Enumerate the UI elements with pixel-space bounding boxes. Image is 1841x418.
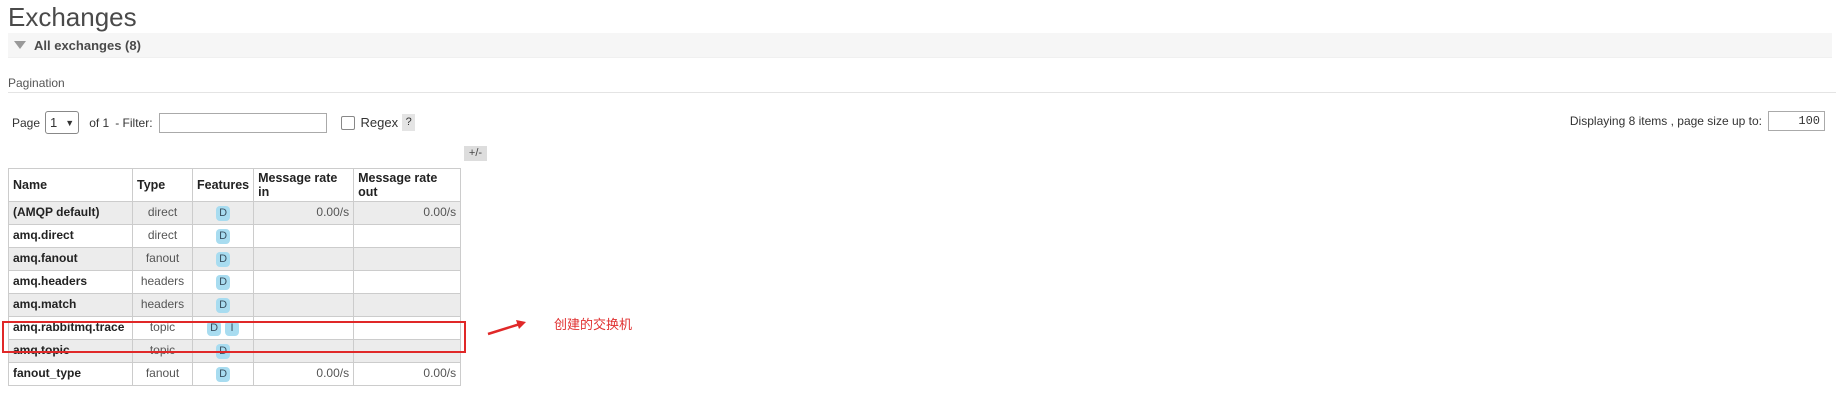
pagination-controls: Page 1 ▼ of 1 - Filter: Regex ? [12, 111, 416, 134]
exchange-name-link[interactable]: amq.match [8, 293, 133, 317]
rate-out: 0.00/s [353, 362, 462, 386]
table-row[interactable]: fanout_type fanout D 0.00/s 0.00/s [8, 362, 462, 386]
table-header-row: Name Type Features Message rate in Messa… [8, 168, 462, 202]
features-cell: D [191, 270, 255, 294]
rate-out [353, 270, 462, 294]
rate-in [253, 224, 355, 248]
annotation-label: 创建的交换机 [554, 317, 633, 332]
chevron-down-icon: ▼ [65, 117, 75, 128]
features-cell: D [191, 362, 255, 386]
durable-badge: D [216, 275, 231, 290]
display-label: Displaying 8 items , page size up to: [1569, 114, 1762, 128]
durable-badge: D [216, 298, 231, 313]
column-header-features: Features [191, 168, 255, 202]
rate-in [253, 293, 355, 317]
durable-badge: D [216, 252, 231, 267]
filter-input[interactable] [158, 112, 327, 133]
durable-badge: D [216, 206, 231, 221]
rate-in: 0.00/s [253, 362, 355, 386]
section-toggle-all-exchanges[interactable]: All exchanges (8) [8, 33, 1832, 58]
page-size-controls: Displaying 8 items , page size up to: 10… [1570, 111, 1825, 131]
red-arrow-icon [487, 320, 526, 336]
table-row[interactable]: (AMQP default) direct D 0.00/s 0.00/s [8, 201, 462, 225]
triangle-down-icon [14, 41, 26, 49]
durable-badge: D [216, 367, 231, 382]
table-row[interactable]: amq.fanout fanout D [8, 247, 462, 271]
exchange-name-link[interactable]: fanout_type [8, 362, 133, 386]
pagination-divider [8, 92, 1836, 93]
page-select[interactable]: 1 ▼ [45, 111, 80, 134]
table-row[interactable]: amq.direct direct D [8, 224, 462, 248]
columns-toggle-button[interactable]: +/- [464, 146, 487, 161]
page-select-value: 1 [50, 115, 58, 130]
highlight-box [2, 321, 466, 353]
exchange-name-link[interactable]: (AMQP default) [8, 201, 133, 225]
exchange-type: direct [132, 201, 193, 225]
features-cell: D [191, 247, 255, 271]
regex-checkbox[interactable] [340, 115, 355, 130]
rate-out [353, 247, 462, 271]
exchange-name-link[interactable]: amq.headers [8, 270, 133, 294]
rate-in [253, 247, 355, 271]
section-title: All exchanges (8) [34, 37, 141, 53]
pagination-label: Pagination [8, 76, 65, 90]
exchanges-table: Name Type Features Message rate in Messa… [8, 168, 462, 386]
page-title: Exchanges [8, 2, 137, 32]
table-row[interactable]: amq.headers headers D [8, 270, 462, 294]
rate-out [353, 293, 462, 317]
column-header-name[interactable]: Name [8, 168, 133, 202]
rate-out: 0.00/s [353, 201, 462, 225]
features-cell: D [191, 293, 255, 317]
exchange-name-link[interactable]: amq.fanout [8, 247, 133, 271]
exchange-type: fanout [132, 247, 193, 271]
durable-badge: D [216, 229, 231, 244]
column-header-type[interactable]: Type [132, 168, 193, 202]
exchange-type: direct [132, 224, 193, 248]
exchange-type: headers [132, 293, 193, 317]
regex-help-button[interactable]: ? [402, 114, 416, 131]
rate-out [353, 224, 462, 248]
column-header-rate-in[interactable]: Message rate in [253, 168, 355, 202]
page-count: of 1 [89, 115, 110, 130]
page-label: Page [12, 115, 41, 130]
exchange-type: fanout [132, 362, 193, 386]
features-cell: D [191, 201, 255, 225]
column-header-rate-out[interactable]: Message rate out [353, 168, 462, 202]
page-size-input[interactable]: 100 [1768, 111, 1825, 131]
rate-in [253, 270, 355, 294]
filter-label: - Filter: [115, 115, 153, 130]
exchange-type: headers [132, 270, 193, 294]
exchange-name-link[interactable]: amq.direct [8, 224, 133, 248]
regex-label: Regex [360, 115, 399, 130]
table-row[interactable]: amq.match headers D [8, 293, 462, 317]
rate-in: 0.00/s [253, 201, 355, 225]
features-cell: D [191, 224, 255, 248]
